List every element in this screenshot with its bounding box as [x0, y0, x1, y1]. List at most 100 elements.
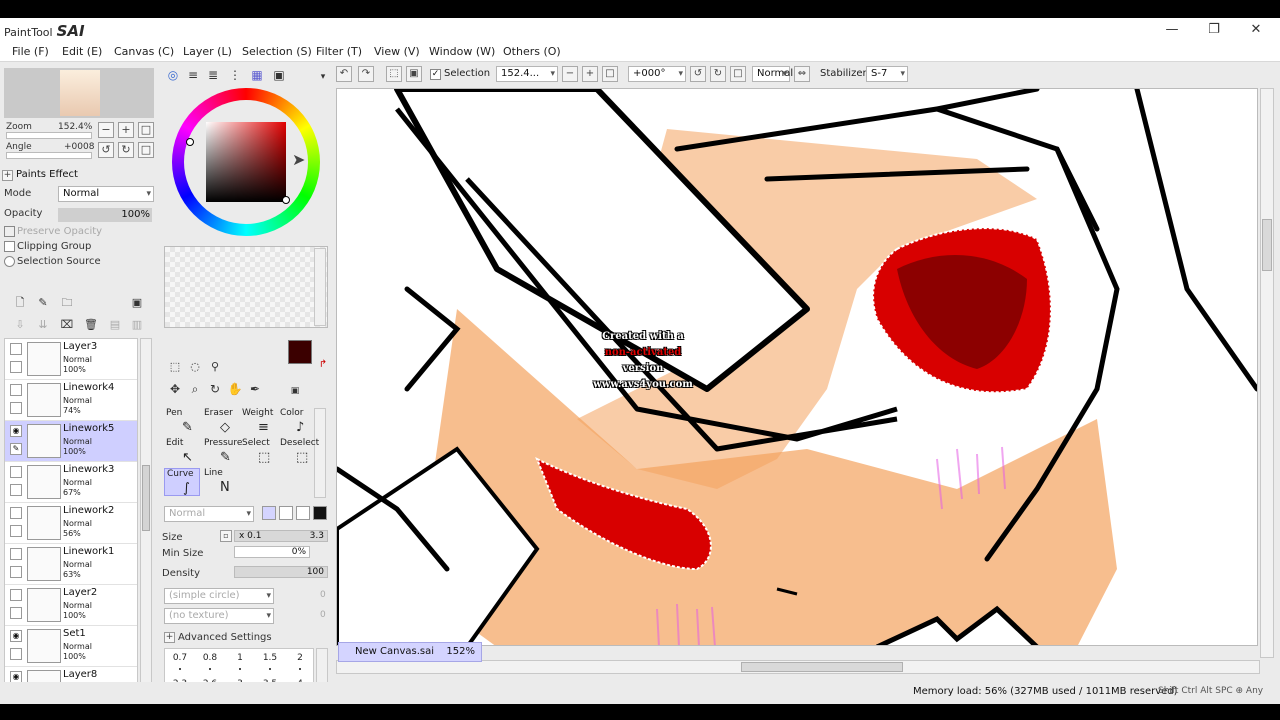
- minimize-button[interactable]: —: [1158, 20, 1186, 40]
- menu-edit[interactable]: Edit (E): [62, 45, 102, 58]
- paper-texture-select[interactable]: (no texture): [164, 608, 274, 624]
- selection-checkbox[interactable]: ✓: [430, 69, 441, 80]
- canvas-zoom-reset-button[interactable]: □: [602, 66, 618, 82]
- brush-shape-medium[interactable]: [279, 506, 293, 520]
- tool-curve[interactable]: Curve ∫: [164, 468, 200, 496]
- menu-others[interactable]: Others (O): [503, 45, 561, 58]
- clipping-group-checkbox[interactable]: [4, 241, 15, 252]
- layer-mask-icon[interactable]: ▣: [130, 296, 144, 310]
- layer-edit-lock[interactable]: [10, 648, 22, 660]
- brush-size-preset[interactable]: 0.7: [169, 653, 191, 663]
- new-folder-icon[interactable]: 🗀: [60, 296, 74, 310]
- intermediate-color-tab-icon[interactable]: ⋮: [226, 66, 244, 84]
- restore-button[interactable]: ❐: [1200, 20, 1228, 40]
- menu-file[interactable]: File (F): [12, 45, 49, 58]
- mode-select[interactable]: Normal: [58, 186, 154, 202]
- layer-edit-lock[interactable]: ✎: [10, 443, 22, 455]
- document-tab[interactable]: New Canvas.sai 152%: [338, 642, 482, 662]
- transfer-down-icon[interactable]: ⇩: [13, 318, 27, 332]
- menu-filter[interactable]: Filter (T): [316, 45, 362, 58]
- clear-layer-icon[interactable]: ⌧: [60, 318, 74, 332]
- scratch-pad-tab-icon[interactable]: ▣: [270, 66, 288, 84]
- tool-eraser[interactable]: Eraser ◇: [202, 408, 238, 436]
- color-wheel-tab-icon[interactable]: ◎: [164, 66, 182, 84]
- canvas-rotate-right-button[interactable]: ↻: [710, 66, 726, 82]
- brush-size-preset[interactable]: 1: [229, 653, 251, 663]
- brush-size-preset[interactable]: 0.8: [199, 653, 221, 663]
- brush-shape-solid[interactable]: [313, 506, 327, 520]
- deselect-button[interactable]: ⬚: [386, 66, 402, 82]
- brush-size-preset[interactable]: 1.5: [259, 653, 281, 663]
- layer-edit-lock[interactable]: [10, 607, 22, 619]
- tool-weight[interactable]: Weight ≡: [240, 408, 276, 436]
- transparent-color-icon[interactable]: ▣: [286, 382, 304, 400]
- layer-edit-lock[interactable]: [10, 525, 22, 537]
- menu-window[interactable]: Window (W): [429, 45, 495, 58]
- size-slider[interactable]: x 0.1 3.3: [234, 530, 328, 542]
- canvas-angle-select[interactable]: +000°: [628, 66, 686, 82]
- drawing-canvas[interactable]: Created with a non-activated version www…: [336, 88, 1258, 646]
- tool-edit[interactable]: Edit ↖: [164, 438, 200, 466]
- canvas-horizontal-scroll-thumb[interactable]: [741, 662, 903, 672]
- lasso-tool-icon[interactable]: ◌: [186, 358, 204, 376]
- flip-canvas-button[interactable]: ⇔: [794, 66, 810, 82]
- new-linework-layer-icon[interactable]: ✎: [36, 296, 50, 310]
- apply-mask-icon[interactable]: ▤: [108, 318, 122, 332]
- layer-row[interactable]: Linework1 Normal 63%: [5, 544, 137, 585]
- layer-visibility-toggle[interactable]: [10, 548, 22, 560]
- zoom-tool-icon[interactable]: ⌕: [186, 380, 204, 398]
- advanced-settings-toggle[interactable]: +: [164, 632, 175, 643]
- tool-pressure[interactable]: Pressure ✎: [202, 438, 242, 466]
- layer-edit-lock[interactable]: [10, 361, 22, 373]
- color-swatch-tab-icon[interactable]: ▦: [248, 66, 266, 84]
- canvas-rotate-left-button[interactable]: ↺: [690, 66, 706, 82]
- brush-texture-select[interactable]: (simple circle): [164, 588, 274, 604]
- hand-tool-icon[interactable]: ✋: [226, 380, 244, 398]
- layer-edit-lock[interactable]: [10, 402, 22, 414]
- zoom-in-button[interactable]: +: [118, 122, 134, 138]
- layer-list-scroll-thumb[interactable]: [142, 465, 150, 531]
- size-multiplier-button[interactable]: ▫: [220, 530, 232, 542]
- layer-row[interactable]: ◉ Set1 Normal 100%: [5, 626, 137, 667]
- eyedropper-tool-icon[interactable]: ✒: [246, 380, 264, 398]
- layer-visibility-toggle[interactable]: [10, 589, 22, 601]
- density-slider[interactable]: 100: [234, 566, 328, 578]
- swap-colors-icon[interactable]: ↱: [314, 356, 332, 374]
- move-tool-icon[interactable]: ✥: [166, 380, 184, 398]
- layer-visibility-toggle[interactable]: [10, 507, 22, 519]
- preserve-opacity-checkbox[interactable]: [4, 226, 15, 237]
- tool-color[interactable]: Color ♪: [278, 408, 314, 436]
- swatch-scrollbar[interactable]: [314, 248, 326, 326]
- brush-shape-soft[interactable]: [296, 506, 310, 520]
- saturation-value-box[interactable]: [206, 122, 286, 202]
- layer-edit-lock[interactable]: [10, 484, 22, 496]
- rotate-right-button[interactable]: ↻: [118, 142, 134, 158]
- close-button[interactable]: ✕: [1242, 20, 1270, 40]
- layer-visibility-toggle[interactable]: ◉: [10, 630, 22, 642]
- canvas-zoom-in-button[interactable]: +: [582, 66, 598, 82]
- navigator-preview[interactable]: [4, 68, 154, 118]
- rotate-left-button[interactable]: ↺: [98, 142, 114, 158]
- canvas-rotate-reset-button[interactable]: □: [730, 66, 746, 82]
- panel-collapse-icon[interactable]: ▾: [314, 68, 332, 86]
- menu-view[interactable]: View (V): [374, 45, 420, 58]
- layer-visibility-toggle[interactable]: [10, 384, 22, 396]
- canvas-vertical-scroll-thumb[interactable]: [1262, 219, 1272, 271]
- brush-mode-select[interactable]: Normal: [164, 506, 254, 522]
- layer-visibility-toggle[interactable]: ◉: [10, 425, 22, 437]
- rotate-tool-icon[interactable]: ↻: [206, 380, 224, 398]
- menu-selection[interactable]: Selection (S): [242, 45, 312, 58]
- min-size-slider[interactable]: 0%: [234, 546, 310, 558]
- brush-shape-hard[interactable]: [262, 506, 276, 520]
- delete-mask-icon[interactable]: ▥: [130, 318, 144, 332]
- magic-wand-tool-icon[interactable]: ⚲: [206, 358, 224, 376]
- new-layer-icon[interactable]: 🗋: [13, 296, 27, 310]
- tool-pen[interactable]: Pen ✎: [164, 408, 200, 436]
- undo-button[interactable]: ↶: [336, 66, 352, 82]
- menu-canvas[interactable]: Canvas (C): [114, 45, 174, 58]
- canvas-blend-select[interactable]: Normal: [752, 66, 793, 82]
- canvas-horizontal-scrollbar[interactable]: [336, 660, 1260, 674]
- layer-edit-lock[interactable]: [10, 566, 22, 578]
- delete-layer-icon[interactable]: 🗑: [84, 318, 98, 332]
- paints-effect-toggle[interactable]: +: [2, 170, 13, 181]
